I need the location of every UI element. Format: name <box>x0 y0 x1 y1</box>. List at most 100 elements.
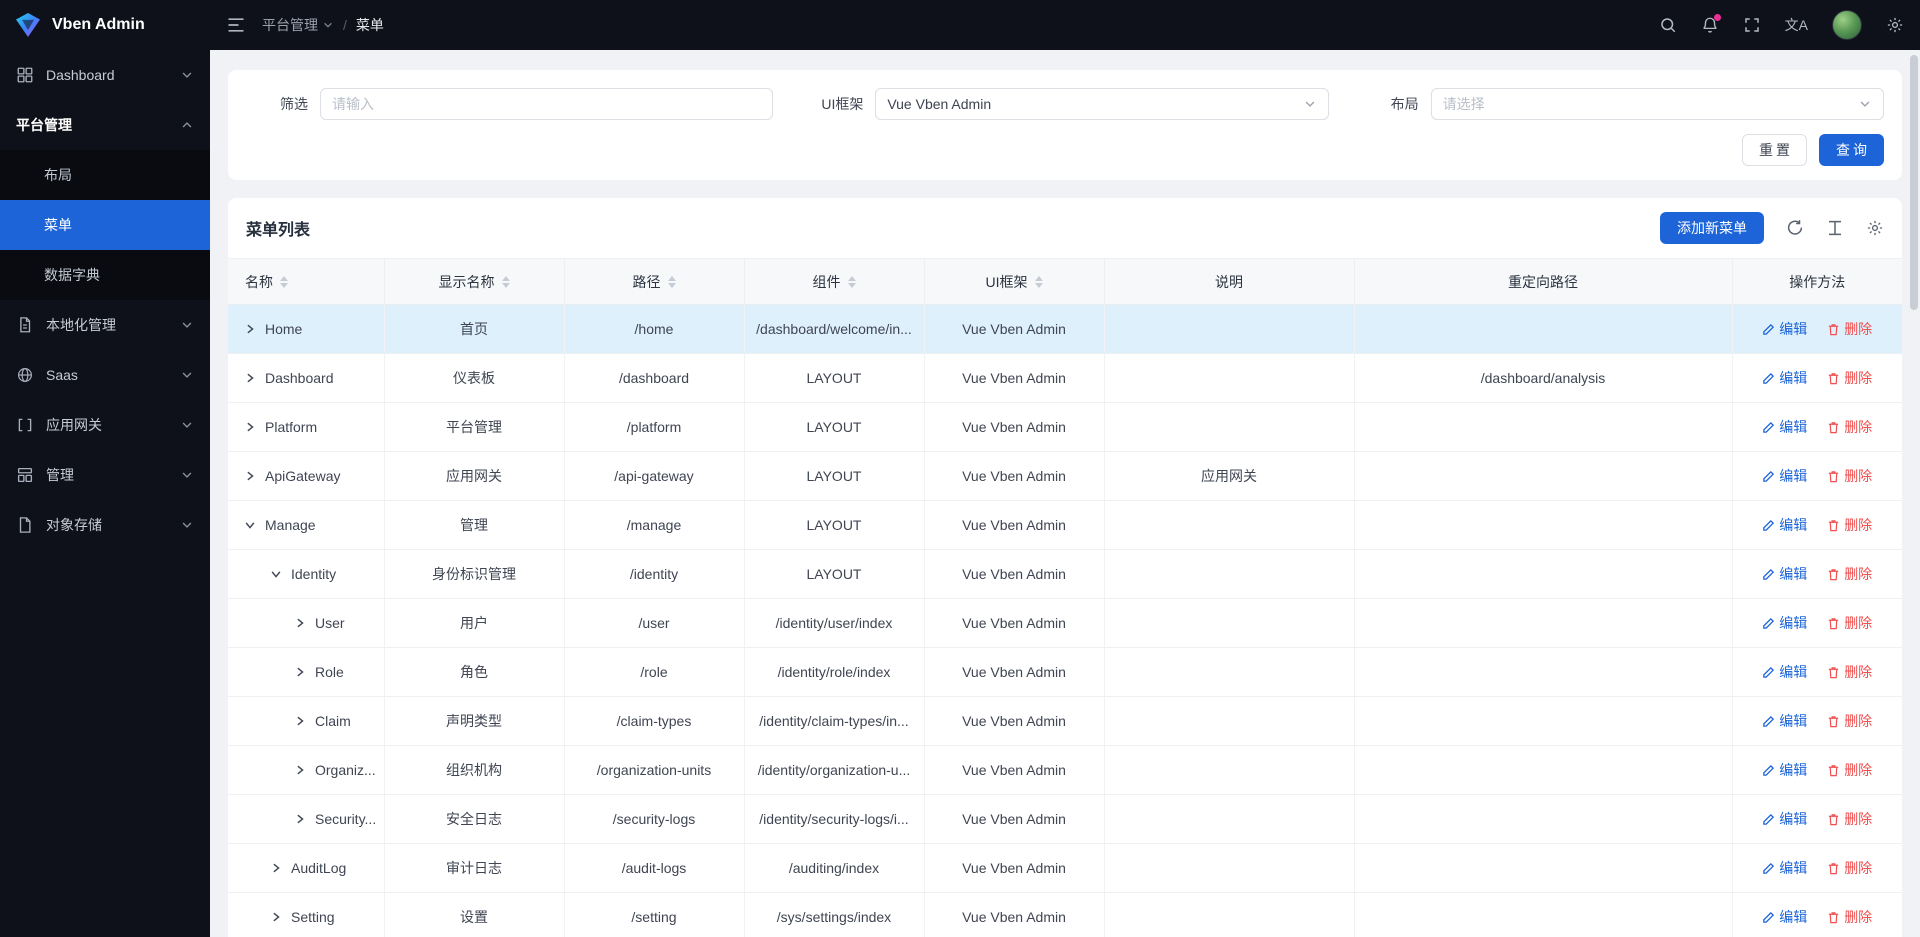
delete-link[interactable]: 删除 <box>1827 809 1872 829</box>
delete-link[interactable]: 删除 <box>1827 368 1872 388</box>
row-height-icon[interactable] <box>1826 219 1844 237</box>
sort-icons[interactable] <box>668 276 676 288</box>
sort-icons[interactable] <box>502 276 510 288</box>
edit-link[interactable]: 编辑 <box>1762 809 1807 829</box>
delete-link[interactable]: 删除 <box>1827 564 1872 584</box>
delete-link[interactable]: 删除 <box>1827 613 1872 633</box>
document-icon <box>16 316 34 334</box>
column-settings-gear-icon[interactable] <box>1866 219 1884 237</box>
breadcrumb-parent[interactable]: 平台管理 <box>262 15 334 35</box>
edit-link[interactable]: 编辑 <box>1762 711 1807 731</box>
row-expand-caret-icon[interactable] <box>270 568 282 580</box>
table-row[interactable]: Claim 声明类型 /claim-types /identity/claim-… <box>228 697 1902 746</box>
edit-link[interactable]: 编辑 <box>1762 662 1807 682</box>
sidebar-collapse-icon[interactable] <box>226 15 246 35</box>
table-row[interactable]: Identity 身份标识管理 /identity LAYOUT Vue Vbe… <box>228 550 1902 599</box>
column-header-display-name[interactable]: 显示名称 <box>384 259 564 305</box>
table-row[interactable]: ApiGateway 应用网关 /api-gateway LAYOUT Vue … <box>228 452 1902 501</box>
delete-link[interactable]: 删除 <box>1827 466 1872 486</box>
column-header-name[interactable]: 名称 <box>228 259 384 305</box>
column-header-component[interactable]: 组件 <box>744 259 924 305</box>
edit-link[interactable]: 编辑 <box>1762 760 1807 780</box>
delete-link[interactable]: 删除 <box>1827 711 1872 731</box>
scrollbar-thumb[interactable] <box>1910 55 1918 310</box>
sidebar-item-api-gateway[interactable]: 应用网关 <box>0 400 210 450</box>
edit-link[interactable]: 编辑 <box>1762 417 1807 437</box>
sidebar-item-layout[interactable]: 布局 <box>0 150 210 200</box>
sort-icons[interactable] <box>848 276 856 288</box>
sidebar-item-menu[interactable]: 菜单 <box>0 200 210 250</box>
row-expand-caret-icon[interactable] <box>294 715 306 727</box>
cell-description <box>1104 795 1354 844</box>
sort-icons[interactable] <box>280 276 288 288</box>
sidebar-item-object-storage[interactable]: 对象存储 <box>0 500 210 550</box>
table-row[interactable]: Home 首页 /home /dashboard/welcome/in... V… <box>228 305 1902 354</box>
row-expand-caret-icon[interactable] <box>244 421 256 433</box>
reset-button[interactable]: 重置 <box>1742 134 1807 166</box>
sidebar-item-saas[interactable]: Saas <box>0 350 210 400</box>
language-translate-icon[interactable]: 文A <box>1785 18 1808 32</box>
ui-framework-select[interactable]: Vue Vben Admin <box>875 88 1328 120</box>
sidebar-item-platform-management[interactable]: 平台管理 <box>0 100 210 150</box>
delete-link[interactable]: 删除 <box>1827 319 1872 339</box>
edit-link[interactable]: 编辑 <box>1762 515 1807 535</box>
table-row[interactable]: Setting 设置 /setting /sys/settings/index … <box>228 893 1902 937</box>
delete-link[interactable]: 删除 <box>1827 760 1872 780</box>
row-expand-caret-icon[interactable] <box>270 911 282 923</box>
header-actions: 文A <box>1659 10 1904 40</box>
edit-link[interactable]: 编辑 <box>1762 319 1807 339</box>
column-header-path[interactable]: 路径 <box>564 259 744 305</box>
delete-link[interactable]: 删除 <box>1827 858 1872 878</box>
app-logo[interactable]: Vben Admin <box>0 0 210 50</box>
layout-select[interactable]: 请选择 <box>1431 88 1884 120</box>
row-expand-caret-icon[interactable] <box>294 666 306 678</box>
row-expand-caret-icon[interactable] <box>270 862 282 874</box>
edit-link[interactable]: 编辑 <box>1762 466 1807 486</box>
cell-component: LAYOUT <box>744 452 924 501</box>
edit-pencil-icon <box>1762 911 1775 924</box>
fullscreen-icon[interactable] <box>1743 16 1761 34</box>
sidebar-item-localization[interactable]: 本地化管理 <box>0 300 210 350</box>
row-expand-caret-icon[interactable] <box>244 372 256 384</box>
table-row[interactable]: Organiz... 组织机构 /organization-units /ide… <box>228 746 1902 795</box>
table-row[interactable]: Security... 安全日志 /security-logs /identit… <box>228 795 1902 844</box>
sidebar-item-manage[interactable]: 管理 <box>0 450 210 500</box>
table-row[interactable]: AuditLog 审计日志 /audit-logs /auditing/inde… <box>228 844 1902 893</box>
edit-link[interactable]: 编辑 <box>1762 907 1807 927</box>
row-expand-caret-icon[interactable] <box>294 813 306 825</box>
table-row[interactable]: Manage 管理 /manage LAYOUT Vue Vben Admin <box>228 501 1902 550</box>
edit-link[interactable]: 编辑 <box>1762 564 1807 584</box>
delete-link[interactable]: 删除 <box>1827 662 1872 682</box>
row-expand-caret-icon[interactable] <box>244 519 256 531</box>
user-avatar[interactable] <box>1832 10 1862 40</box>
table-row[interactable]: Platform 平台管理 /platform LAYOUT Vue Vben … <box>228 403 1902 452</box>
delete-link[interactable]: 删除 <box>1827 515 1872 535</box>
sidebar-item-dashboard[interactable]: Dashboard <box>0 50 210 100</box>
search-icon[interactable] <box>1659 16 1677 34</box>
page-scrollbar[interactable] <box>1910 53 1918 934</box>
edit-link[interactable]: 编辑 <box>1762 858 1807 878</box>
refresh-icon[interactable] <box>1786 219 1804 237</box>
table-row[interactable]: User 用户 /user /identity/user/index Vue V… <box>228 599 1902 648</box>
edit-link[interactable]: 编辑 <box>1762 368 1807 388</box>
column-header-framework[interactable]: UI框架 <box>924 259 1104 305</box>
row-expand-caret-icon[interactable] <box>294 617 306 629</box>
delete-link[interactable]: 删除 <box>1827 417 1872 437</box>
notification-bell-icon[interactable] <box>1701 16 1719 34</box>
top-header: 平台管理 / 菜单 文A <box>210 0 1920 50</box>
filter-keyword-input[interactable] <box>320 88 773 120</box>
breadcrumb-current: 菜单 <box>356 15 384 35</box>
search-submit-button[interactable]: 查询 <box>1819 134 1884 166</box>
add-menu-button[interactable]: 添加新菜单 <box>1660 212 1764 244</box>
table-row[interactable]: Dashboard 仪表板 /dashboard LAYOUT Vue Vben… <box>228 354 1902 403</box>
delete-link[interactable]: 删除 <box>1827 907 1872 927</box>
row-expand-caret-icon[interactable] <box>244 323 256 335</box>
edit-link[interactable]: 编辑 <box>1762 613 1807 633</box>
row-expand-caret-icon[interactable] <box>244 470 256 482</box>
row-expand-caret-icon[interactable] <box>294 764 306 776</box>
sort-icons[interactable] <box>1035 276 1043 288</box>
table-row[interactable]: Role 角色 /role /identity/role/index Vue V… <box>228 648 1902 697</box>
settings-gear-icon[interactable] <box>1886 16 1904 34</box>
sidebar-item-data-dictionary[interactable]: 数据字典 <box>0 250 210 300</box>
layout-blocks-icon <box>16 466 34 484</box>
